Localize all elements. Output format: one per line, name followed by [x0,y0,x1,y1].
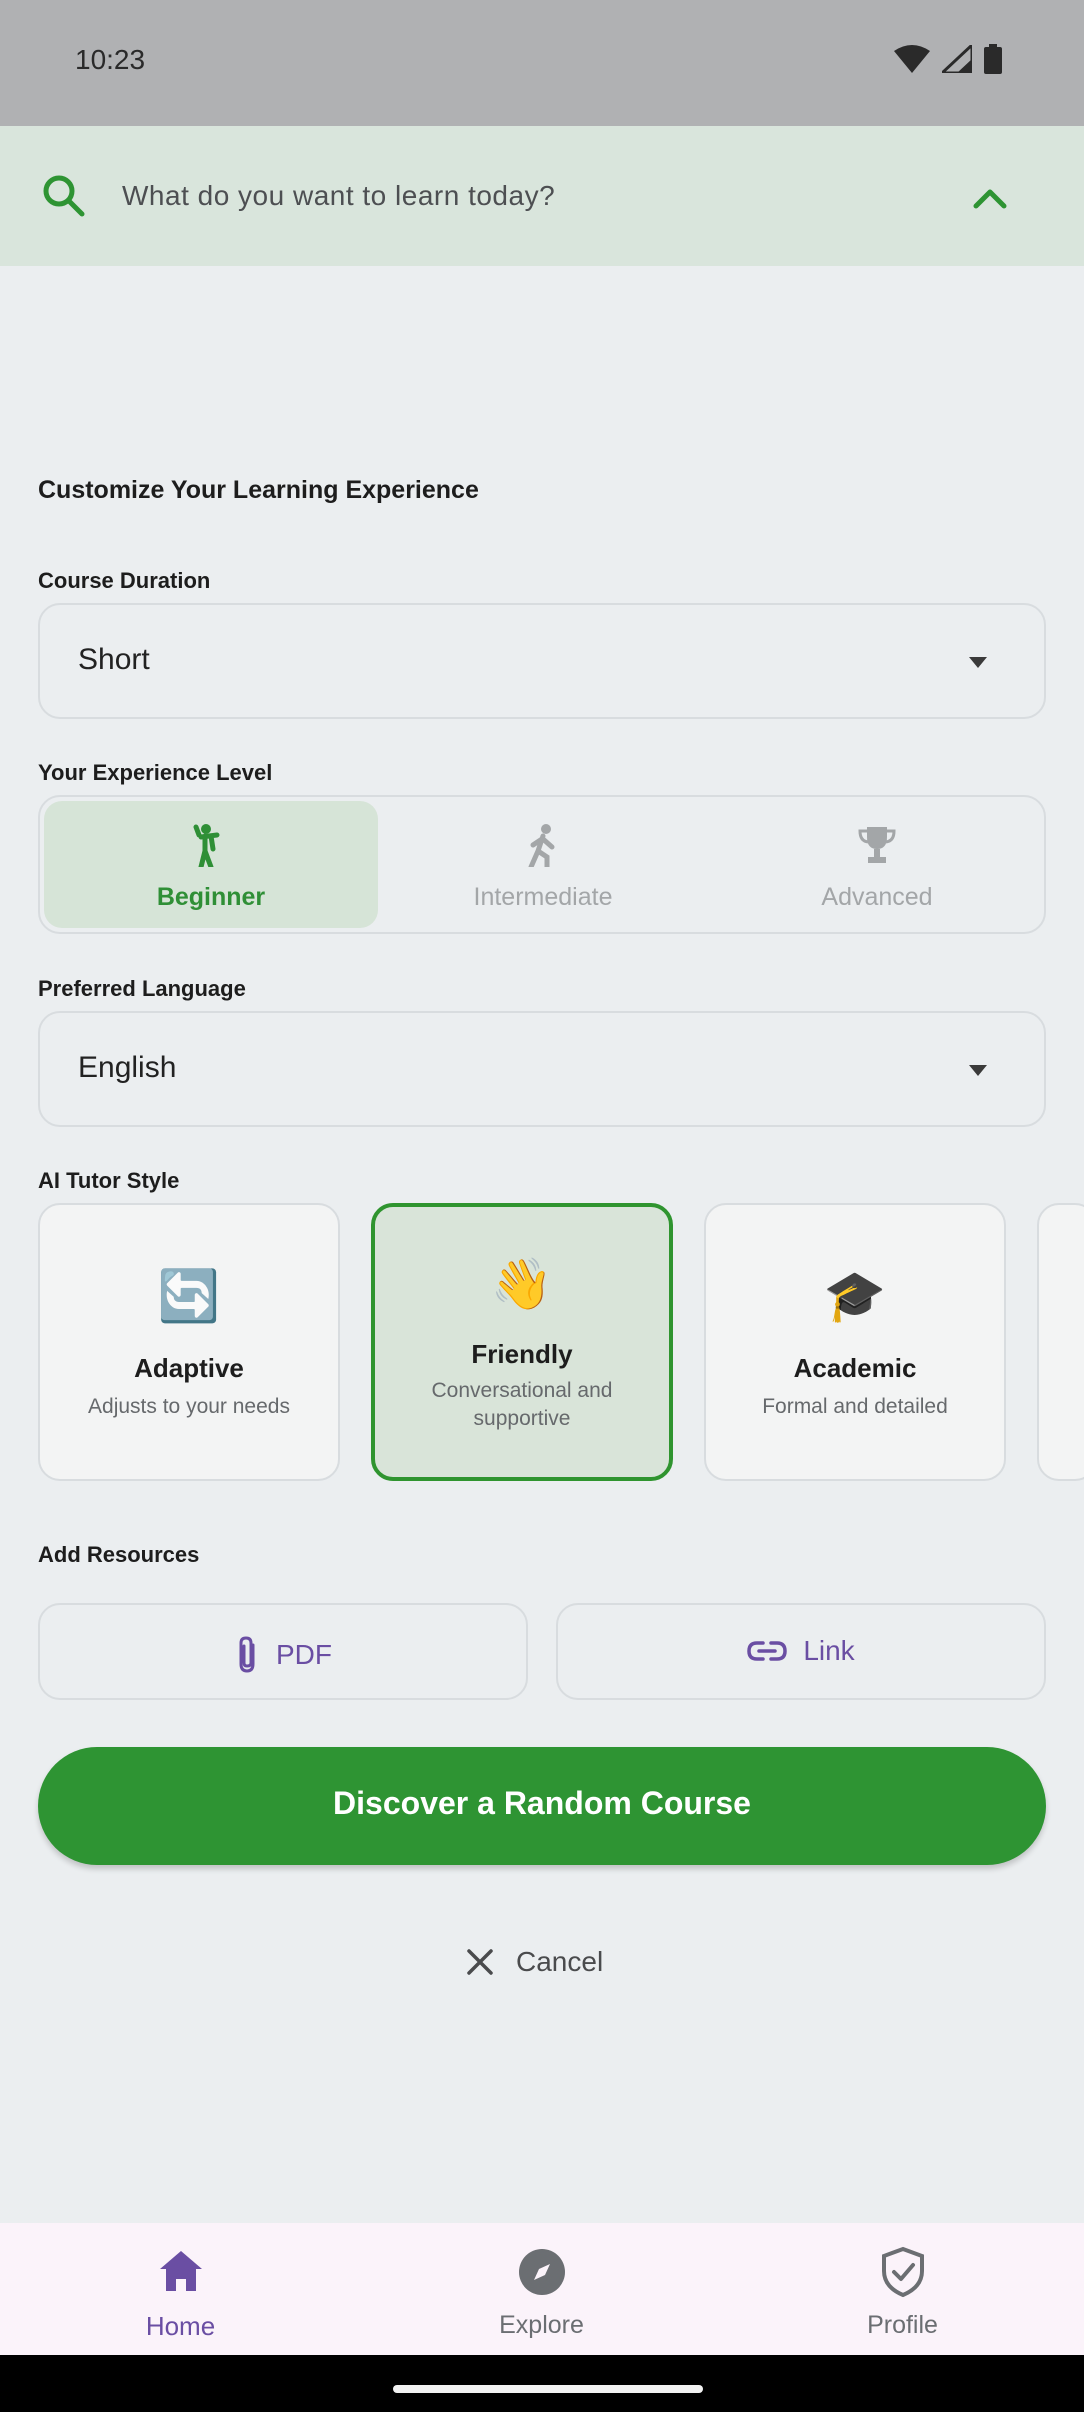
link-icon [747,1641,788,1661]
refresh-icon: 🔄 [157,1268,221,1324]
tutor-card-name: Adaptive [134,1353,244,1383]
close-icon [467,1949,493,1975]
tutor-card-name: Friendly [471,1339,573,1369]
preferred-language-dropdown[interactable]: English [38,1011,1046,1127]
compass-icon [518,2249,565,2295]
gesture-handle[interactable] [393,2385,703,2393]
segment-beginner-label: Beginner [156,883,266,911]
graduation-cap-icon: 🎓 [823,1268,887,1324]
discover-button-label: Discover a Random Course [333,1785,751,1821]
person-walking-icon [528,824,555,867]
tutor-card-name: Academic [793,1353,917,1383]
add-pdf-button[interactable]: PDF [38,1603,528,1700]
cancel-button[interactable]: Cancel [466,1940,603,1984]
segment-advanced[interactable]: Advanced [710,801,1044,928]
tutor-card-partial[interactable] [1037,1203,1084,1481]
segment-intermediate[interactable]: Intermediate [376,801,710,928]
search-input[interactable]: What do you want to learn today? [122,180,555,212]
course-duration-dropdown[interactable]: Short [38,603,1046,719]
dropdown-arrow-icon [969,1065,987,1076]
add-resources-label: Add Resources [38,1542,200,1567]
segment-intermediate-label: Intermediate [473,883,613,911]
ai-tutor-style-label: AI Tutor Style [38,1168,180,1193]
search-icon [43,175,85,217]
signal-icon [942,45,972,73]
segment-beginner[interactable]: Beginner [44,801,378,928]
status-bar: 10:23 [0,0,1084,126]
preferred-language-label: Preferred Language [38,976,246,1001]
nav-label-profile: Profile [867,2311,938,2339]
home-icon [159,2251,202,2291]
dropdown-arrow-icon [969,657,987,668]
preferred-language-value: English [78,1051,177,1084]
waving-hand-icon: 👋 [490,1256,554,1312]
add-pdf-label: PDF [276,1639,332,1670]
segment-advanced-label: Advanced [821,883,933,911]
status-time: 10:23 [75,44,146,75]
tutor-card-desc: Formal and detailed [762,1395,948,1418]
tutor-card-academic[interactable]: 🎓 Academic Formal and detailed [704,1203,1006,1481]
add-link-label: Link [803,1635,855,1666]
course-duration-value: Short [78,643,150,676]
chevron-up-icon[interactable] [970,178,1010,218]
person-standing-icon [193,824,220,867]
status-icons [894,44,1002,74]
nav-label-home: Home [145,2311,216,2341]
gesture-bar [0,2355,1084,2412]
nav-label-explore: Explore [499,2311,584,2339]
paperclip-icon [239,1636,255,1673]
tutor-card-desc: Conversational and supportive [431,1379,613,1430]
nav-item-profile[interactable]: Profile [722,2223,1083,2355]
experience-level-label: Your Experience Level [38,760,273,785]
tutor-card-friendly[interactable]: 👋 Friendly Conversational and supportive [371,1203,673,1481]
nav-item-home[interactable]: Home [0,2223,361,2355]
experience-level-selector: Beginner Intermediate Advanced [38,795,1046,934]
course-duration-label: Course Duration [38,568,211,593]
discover-random-course-button[interactable]: Discover a Random Course [38,1747,1046,1865]
shield-check-icon [881,2246,924,2298]
tutor-card-adaptive[interactable]: 🔄 Adaptive Adjusts to your needs [38,1203,340,1481]
nav-item-explore[interactable]: Explore [361,2223,722,2355]
section-title: Customize Your Learning Experience [38,476,479,504]
cancel-label: Cancel [516,1946,604,1977]
bottom-nav: Home Explore Profile [0,2223,1084,2355]
wifi-icon [894,45,930,73]
trophy-icon [858,827,896,863]
add-link-button[interactable]: Link [556,1603,1046,1700]
tutor-card-desc: Adjusts to your needs [88,1395,290,1418]
battery-icon [984,44,1002,74]
search-bar[interactable]: What do you want to learn today? [0,126,1084,266]
